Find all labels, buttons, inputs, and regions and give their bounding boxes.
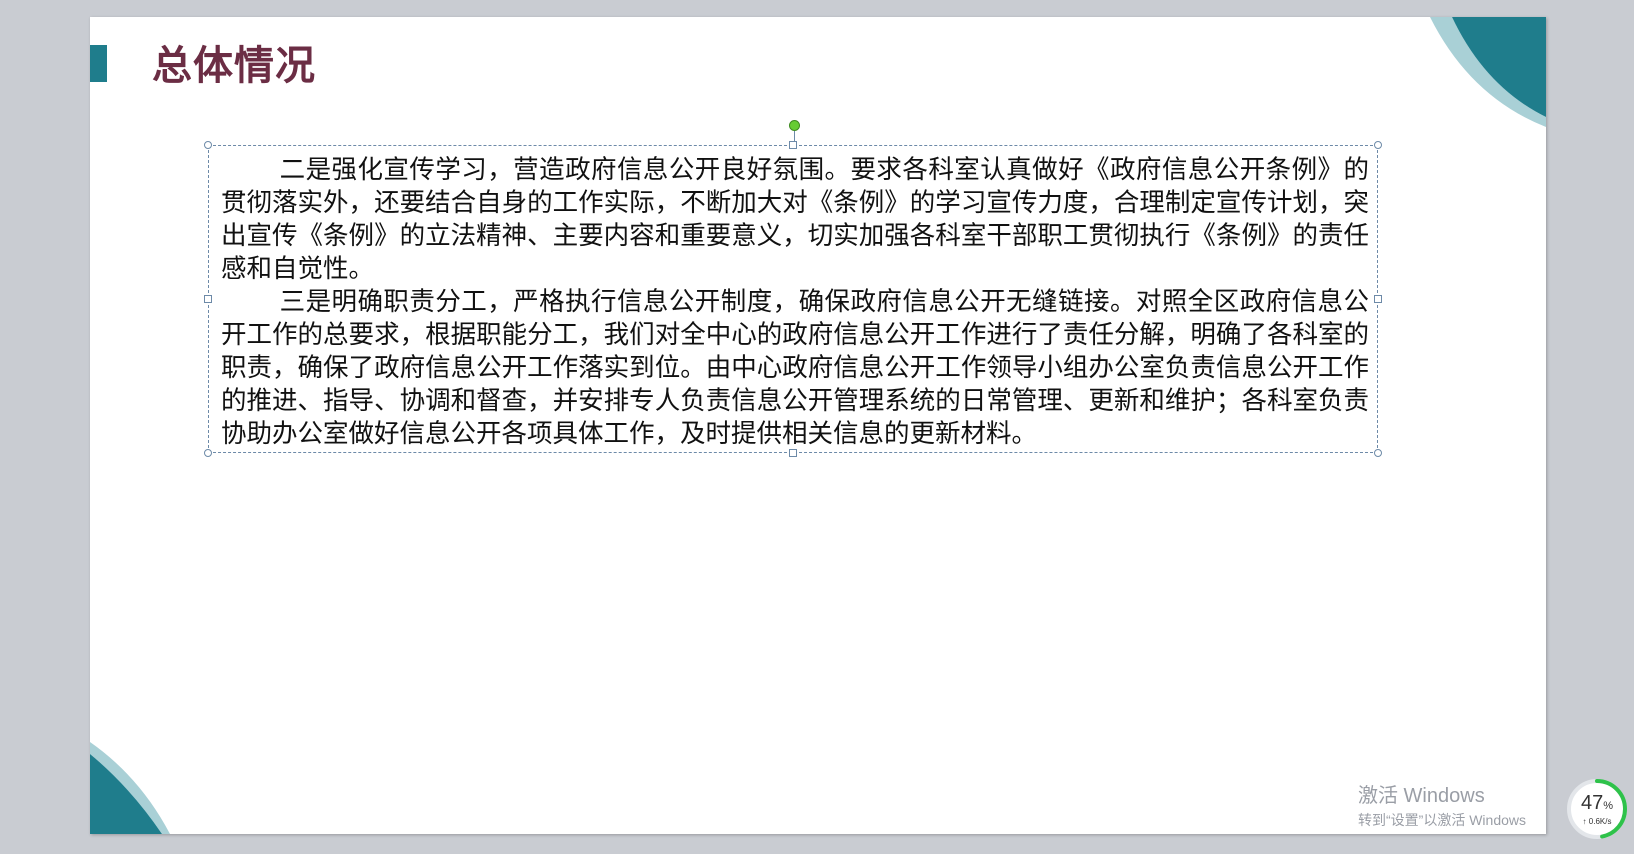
rotate-handle[interactable] [789, 120, 800, 131]
network-speed-widget[interactable]: 47% ↑ 0.6K/s [1566, 778, 1628, 840]
resize-handle-bottom-right[interactable] [1374, 449, 1382, 457]
upload-speed: ↑ 0.6K/s [1582, 817, 1612, 826]
editor-canvas: 总体情况 二是强化宣传学习，营造政府信息公开良好氛围。要求各科室认真做好《政府信… [0, 0, 1634, 854]
resize-handle-right[interactable] [1374, 295, 1382, 303]
usage-percent-unit: % [1603, 800, 1614, 812]
title-accent-bar [90, 45, 107, 82]
paragraph-responsibilities[interactable]: 三是明确职责分工，严格执行信息公开制度，确保政府信息公开无缝链接。对照全区政府信… [221, 286, 1369, 451]
resize-handle-top-right[interactable] [1374, 141, 1382, 149]
activation-watermark: 激活 Windows 转到“设置”以激活 Windows [1358, 784, 1526, 830]
resize-handle-left[interactable] [204, 295, 212, 303]
corner-decoration-bottom-left [90, 742, 170, 834]
usage-percent: 47% [1566, 792, 1628, 815]
text-box-content[interactable]: 二是强化宣传学习，营造政府信息公开良好氛围。要求各科室认真做好《政府信息公开条例… [221, 154, 1369, 451]
resize-handle-bottom-left[interactable] [204, 449, 212, 457]
corner-decoration-top-right [1430, 17, 1546, 127]
slide-title[interactable]: 总体情况 [152, 33, 316, 91]
paragraph-publicity[interactable]: 二是强化宣传学习，营造政府信息公开良好氛围。要求各科室认真做好《政府信息公开条例… [221, 154, 1369, 286]
selected-text-box[interactable]: 二是强化宣传学习，营造政府信息公开良好氛围。要求各科室认真做好《政府信息公开条例… [204, 120, 1382, 457]
resize-handle-top[interactable] [789, 141, 797, 149]
watermark-subtitle: 转到“设置”以激活 Windows [1358, 812, 1527, 828]
watermark-title: 激活 Windows [1358, 785, 1485, 807]
usage-percent-value: 47 [1580, 792, 1604, 814]
resize-handle-top-left[interactable] [204, 141, 212, 149]
slide[interactable]: 总体情况 二是强化宣传学习，营造政府信息公开良好氛围。要求各科室认真做好《政府信… [90, 17, 1546, 834]
